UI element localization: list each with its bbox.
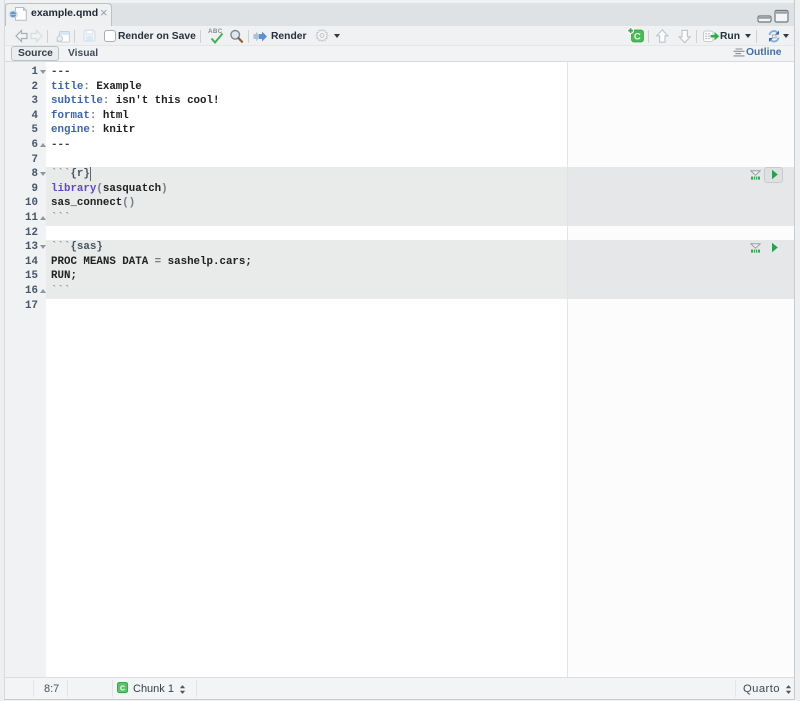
svg-text:C: C [120,685,125,692]
svg-text:C: C [634,32,641,43]
